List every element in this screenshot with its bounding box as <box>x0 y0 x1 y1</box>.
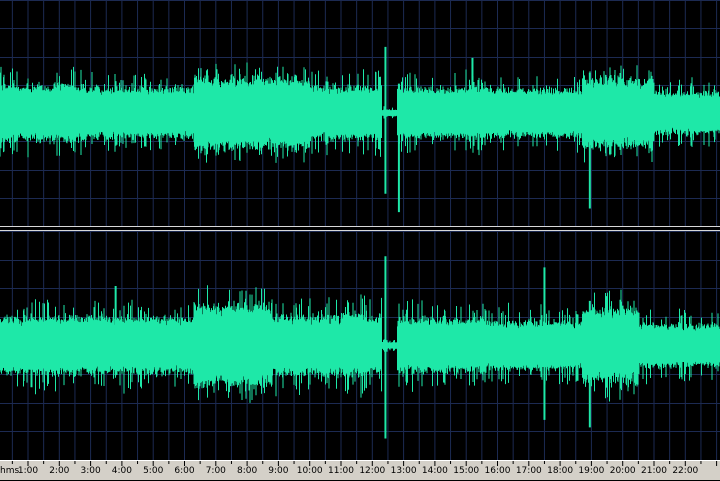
ruler-tick-label: 21:00 <box>641 466 667 476</box>
ruler-tick-label: 20:00 <box>609 466 636 476</box>
ruler-tick-label: 18:00 <box>547 466 574 476</box>
waveform-right-svg[interactable] <box>0 231 720 460</box>
ruler-tick-label: 2:00 <box>49 466 70 476</box>
ruler-tick-label: 3:00 <box>80 466 101 476</box>
ruler-tick-label: 16:00 <box>484 466 511 476</box>
ruler-tick-label: 1:00 <box>17 466 39 476</box>
waveform-editor[interactable]: hms 1:00 2:00 3:00 4:00 5:00 6:00 7:00 8:00 9:00… <box>0 0 720 480</box>
ruler-tick-label: 9:00 <box>268 466 289 476</box>
ruler-tick-label: 11:00 <box>328 466 354 476</box>
ruler-unit-label: hms <box>0 466 20 476</box>
ruler-tick-label: 17:00 <box>515 466 542 476</box>
ruler-tick-label: 6:00 <box>174 466 195 476</box>
ruler-tick-label: 8:00 <box>236 466 258 476</box>
ruler-tick-label: 13:00 <box>390 466 417 476</box>
waveform-right <box>0 285 720 403</box>
waveform-left-svg[interactable] <box>0 0 720 226</box>
waveform-left <box>0 62 720 163</box>
ruler-tick-label: 22:00 <box>672 466 699 476</box>
ruler-tick-label: 15:00 <box>453 466 480 476</box>
time-ruler[interactable]: hms 1:00 2:00 3:00 4:00 5:00 6:00 7:00 8:00 9:00… <box>0 460 720 480</box>
waveform-channel-left[interactable] <box>0 0 720 226</box>
ruler-tick-label: 5:00 <box>143 466 164 476</box>
ruler-tick-label: 4:00 <box>111 466 132 476</box>
ruler-tick-label: 14:00 <box>421 466 448 476</box>
ruler-tick-label: 10:00 <box>296 466 323 476</box>
ruler-tick-label: 7:00 <box>205 466 226 476</box>
ruler-tick-label: 19:00 <box>578 466 605 476</box>
waveform-channel-right[interactable] <box>0 231 720 460</box>
ruler-tick-label: 12:00 <box>359 466 386 476</box>
